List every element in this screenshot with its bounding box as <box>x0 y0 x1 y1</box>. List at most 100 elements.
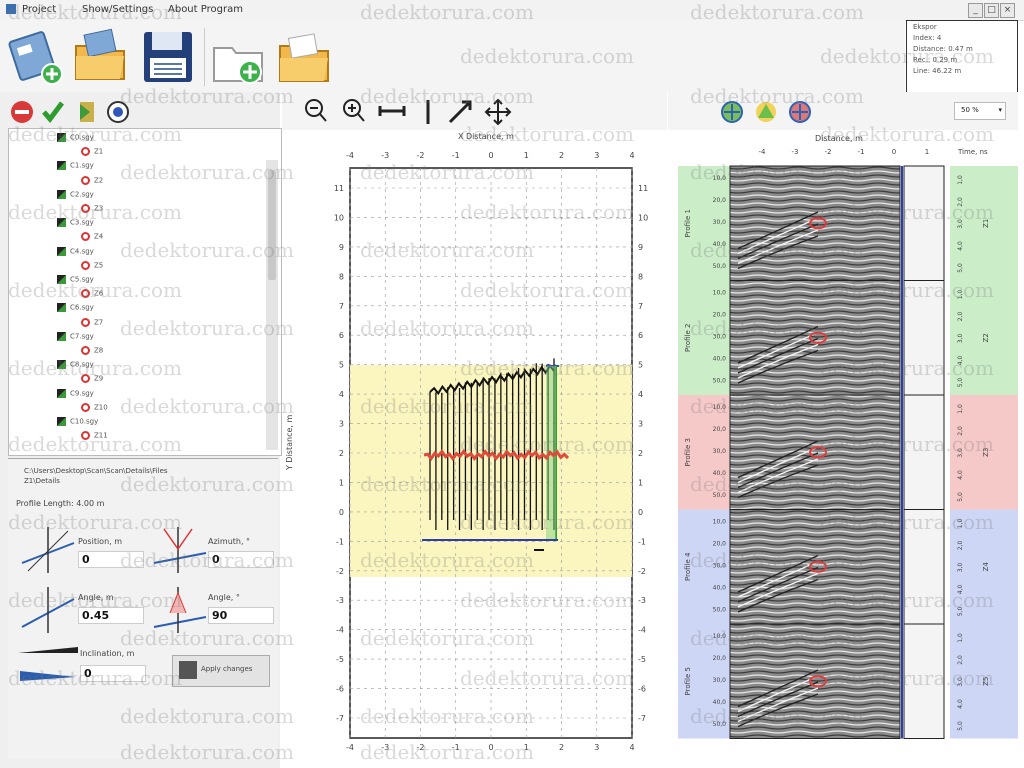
close-button[interactable]: × <box>1000 3 1015 18</box>
azimuth-label: Azimuth, ° <box>208 537 251 546</box>
zoom-dropdown[interactable]: 50 % ▾ <box>954 102 1006 120</box>
tree-item-label: C8.sgy <box>70 360 94 369</box>
target-icon[interactable] <box>107 101 129 123</box>
depth-tick-label: 20,0 <box>713 312 727 319</box>
bottom-tick-label: 4 <box>629 743 634 752</box>
back-icon[interactable] <box>80 102 94 122</box>
move-icon[interactable] <box>484 98 512 126</box>
radargram-image[interactable] <box>729 165 901 281</box>
save-project-icon[interactable] <box>140 28 196 88</box>
position-field[interactable]: 0 <box>78 551 144 568</box>
position-label: Position, m <box>78 537 123 546</box>
target-marker-icon <box>81 374 90 384</box>
tree-item[interactable]: C6.sgy <box>57 303 94 317</box>
menu-settings[interactable]: Show/Settings <box>82 4 153 15</box>
menu-project[interactable]: Project <box>22 4 56 15</box>
tree-item[interactable]: Z5 <box>81 260 103 275</box>
right-tick-label: -1 <box>638 537 646 546</box>
add-green-icon[interactable] <box>721 101 743 123</box>
trace-box <box>903 509 945 625</box>
tree-item[interactable]: C9.sgy <box>57 388 94 403</box>
file-icon <box>57 133 66 142</box>
inclination-field[interactable]: 0 <box>80 665 146 682</box>
right-tick-label: 6 <box>638 331 643 340</box>
angle-x-diagram-icon <box>21 587 75 633</box>
radargram-image[interactable] <box>729 394 901 510</box>
right-tick-label: 4,0 <box>957 241 964 251</box>
right-tick-label: 5 <box>638 361 643 370</box>
minimize-button[interactable]: _ <box>968 3 983 18</box>
file-path: C:\Users\Desktop\Scan\Scan\Details\Files <box>24 467 168 475</box>
tree-item[interactable]: C3.sgy <box>57 218 94 232</box>
angle-y-diagram-icon <box>153 587 207 633</box>
new-project-icon[interactable] <box>8 28 64 88</box>
tree-item[interactable]: C5.sgy <box>57 275 94 289</box>
angle-x-field[interactable]: 0.45 <box>78 607 144 624</box>
profile-length: Profile Length: 4.00 m <box>16 499 105 508</box>
position-diagram-icon <box>21 527 75 573</box>
distance-tick-label: 0 <box>892 148 896 156</box>
depth-tick-label: 50,0 <box>713 492 727 499</box>
open-folder-icon[interactable] <box>276 28 332 88</box>
tree-item[interactable]: C8.sgy <box>57 360 94 374</box>
open-project-icon[interactable] <box>72 26 128 86</box>
zoom-out-icon[interactable] <box>305 99 327 122</box>
target-marker-icon <box>81 346 90 355</box>
apply-button[interactable]: Apply changes <box>172 655 270 687</box>
tree-item[interactable]: C1.sgy <box>57 161 94 175</box>
maximize-button[interactable]: □ <box>984 3 999 18</box>
diagonal-arrow-icon[interactable] <box>448 100 472 124</box>
info-line: Line: 46.22 m <box>913 67 962 75</box>
tree-item[interactable]: Z10 <box>81 402 108 417</box>
profile-label: Profile 3 <box>684 438 692 466</box>
project-tree[interactable]: C0.sgy Z1 C1.sgy Z2 C2.sgy Z3 C3.sgy Z4 C4.sgy Z5… <box>8 128 282 456</box>
tree-item-label: C9.sgy <box>70 389 94 398</box>
bottom-tick-label: 2 <box>559 743 564 752</box>
tree-item[interactable]: C0.sgy <box>57 133 94 147</box>
azimuth-field[interactable]: 0 <box>208 551 274 568</box>
tree-item[interactable]: C7.sgy <box>57 331 94 346</box>
radargram-image[interactable] <box>729 623 901 739</box>
trace-box <box>903 165 945 281</box>
tree-item[interactable]: C10.sgy <box>57 417 98 431</box>
radargram-image[interactable] <box>729 509 901 625</box>
depth-tick-label: 20,0 <box>713 197 727 204</box>
tree-item[interactable]: Z8 <box>81 346 103 360</box>
tree-scroll-thumb[interactable] <box>268 170 276 280</box>
left-tick-label: -6 <box>336 685 344 694</box>
remove-icon[interactable] <box>11 101 33 123</box>
left-tick-label: 7 <box>339 302 344 311</box>
top-tick-label: -4 <box>346 151 354 160</box>
tree-item[interactable]: Z11 <box>81 431 108 445</box>
tree-item[interactable]: Z1 <box>81 147 103 161</box>
tree-item[interactable]: C4.sgy <box>57 246 94 261</box>
side-label: Z4 <box>982 562 990 572</box>
tree-item[interactable]: Z6 <box>81 289 103 303</box>
add-file-icon[interactable] <box>210 28 266 88</box>
tree-item[interactable]: Z4 <box>81 232 103 246</box>
tree-item[interactable]: Z3 <box>81 204 103 218</box>
angle-y-field[interactable]: 90 <box>208 607 274 624</box>
add-yellow-icon[interactable] <box>756 102 776 122</box>
radargram-view[interactable]: -4 -3 -2 -1 0 1 Profile 1 10,0 20,0 30,0 40,0 50,0 1… <box>668 130 1018 758</box>
file-icon <box>57 417 66 426</box>
tree-item[interactable]: C2.sgy <box>57 189 94 204</box>
top-tick-label: -1 <box>452 151 460 160</box>
tree-item[interactable]: Z7 <box>81 317 103 332</box>
info-line: Ekspor <box>913 23 937 31</box>
right-tick-label: 5,0 <box>957 492 964 502</box>
remove-red-icon[interactable] <box>789 101 811 123</box>
radargram-image[interactable] <box>729 280 901 396</box>
info-line: Rec.: 0.29 m <box>913 56 958 64</box>
tree-item[interactable]: Z2 <box>81 175 103 190</box>
horizontal-scale-icon[interactable] <box>378 106 406 116</box>
plan-view-plot[interactable]: -4-4-3-3-2-2-1-1001122334411 1110 109 98 87 7… <box>282 130 667 758</box>
zoom-in-icon[interactable] <box>343 99 365 122</box>
tree-actions <box>11 101 129 123</box>
right-tick-label: 4,0 <box>957 470 964 480</box>
tree-item-label: C1.sgy <box>70 161 94 170</box>
left-tick-label: -3 <box>336 596 344 605</box>
check-icon[interactable] <box>42 101 64 123</box>
tree-item[interactable]: Z9 <box>81 374 103 388</box>
menu-about[interactable]: About Program <box>168 4 243 15</box>
